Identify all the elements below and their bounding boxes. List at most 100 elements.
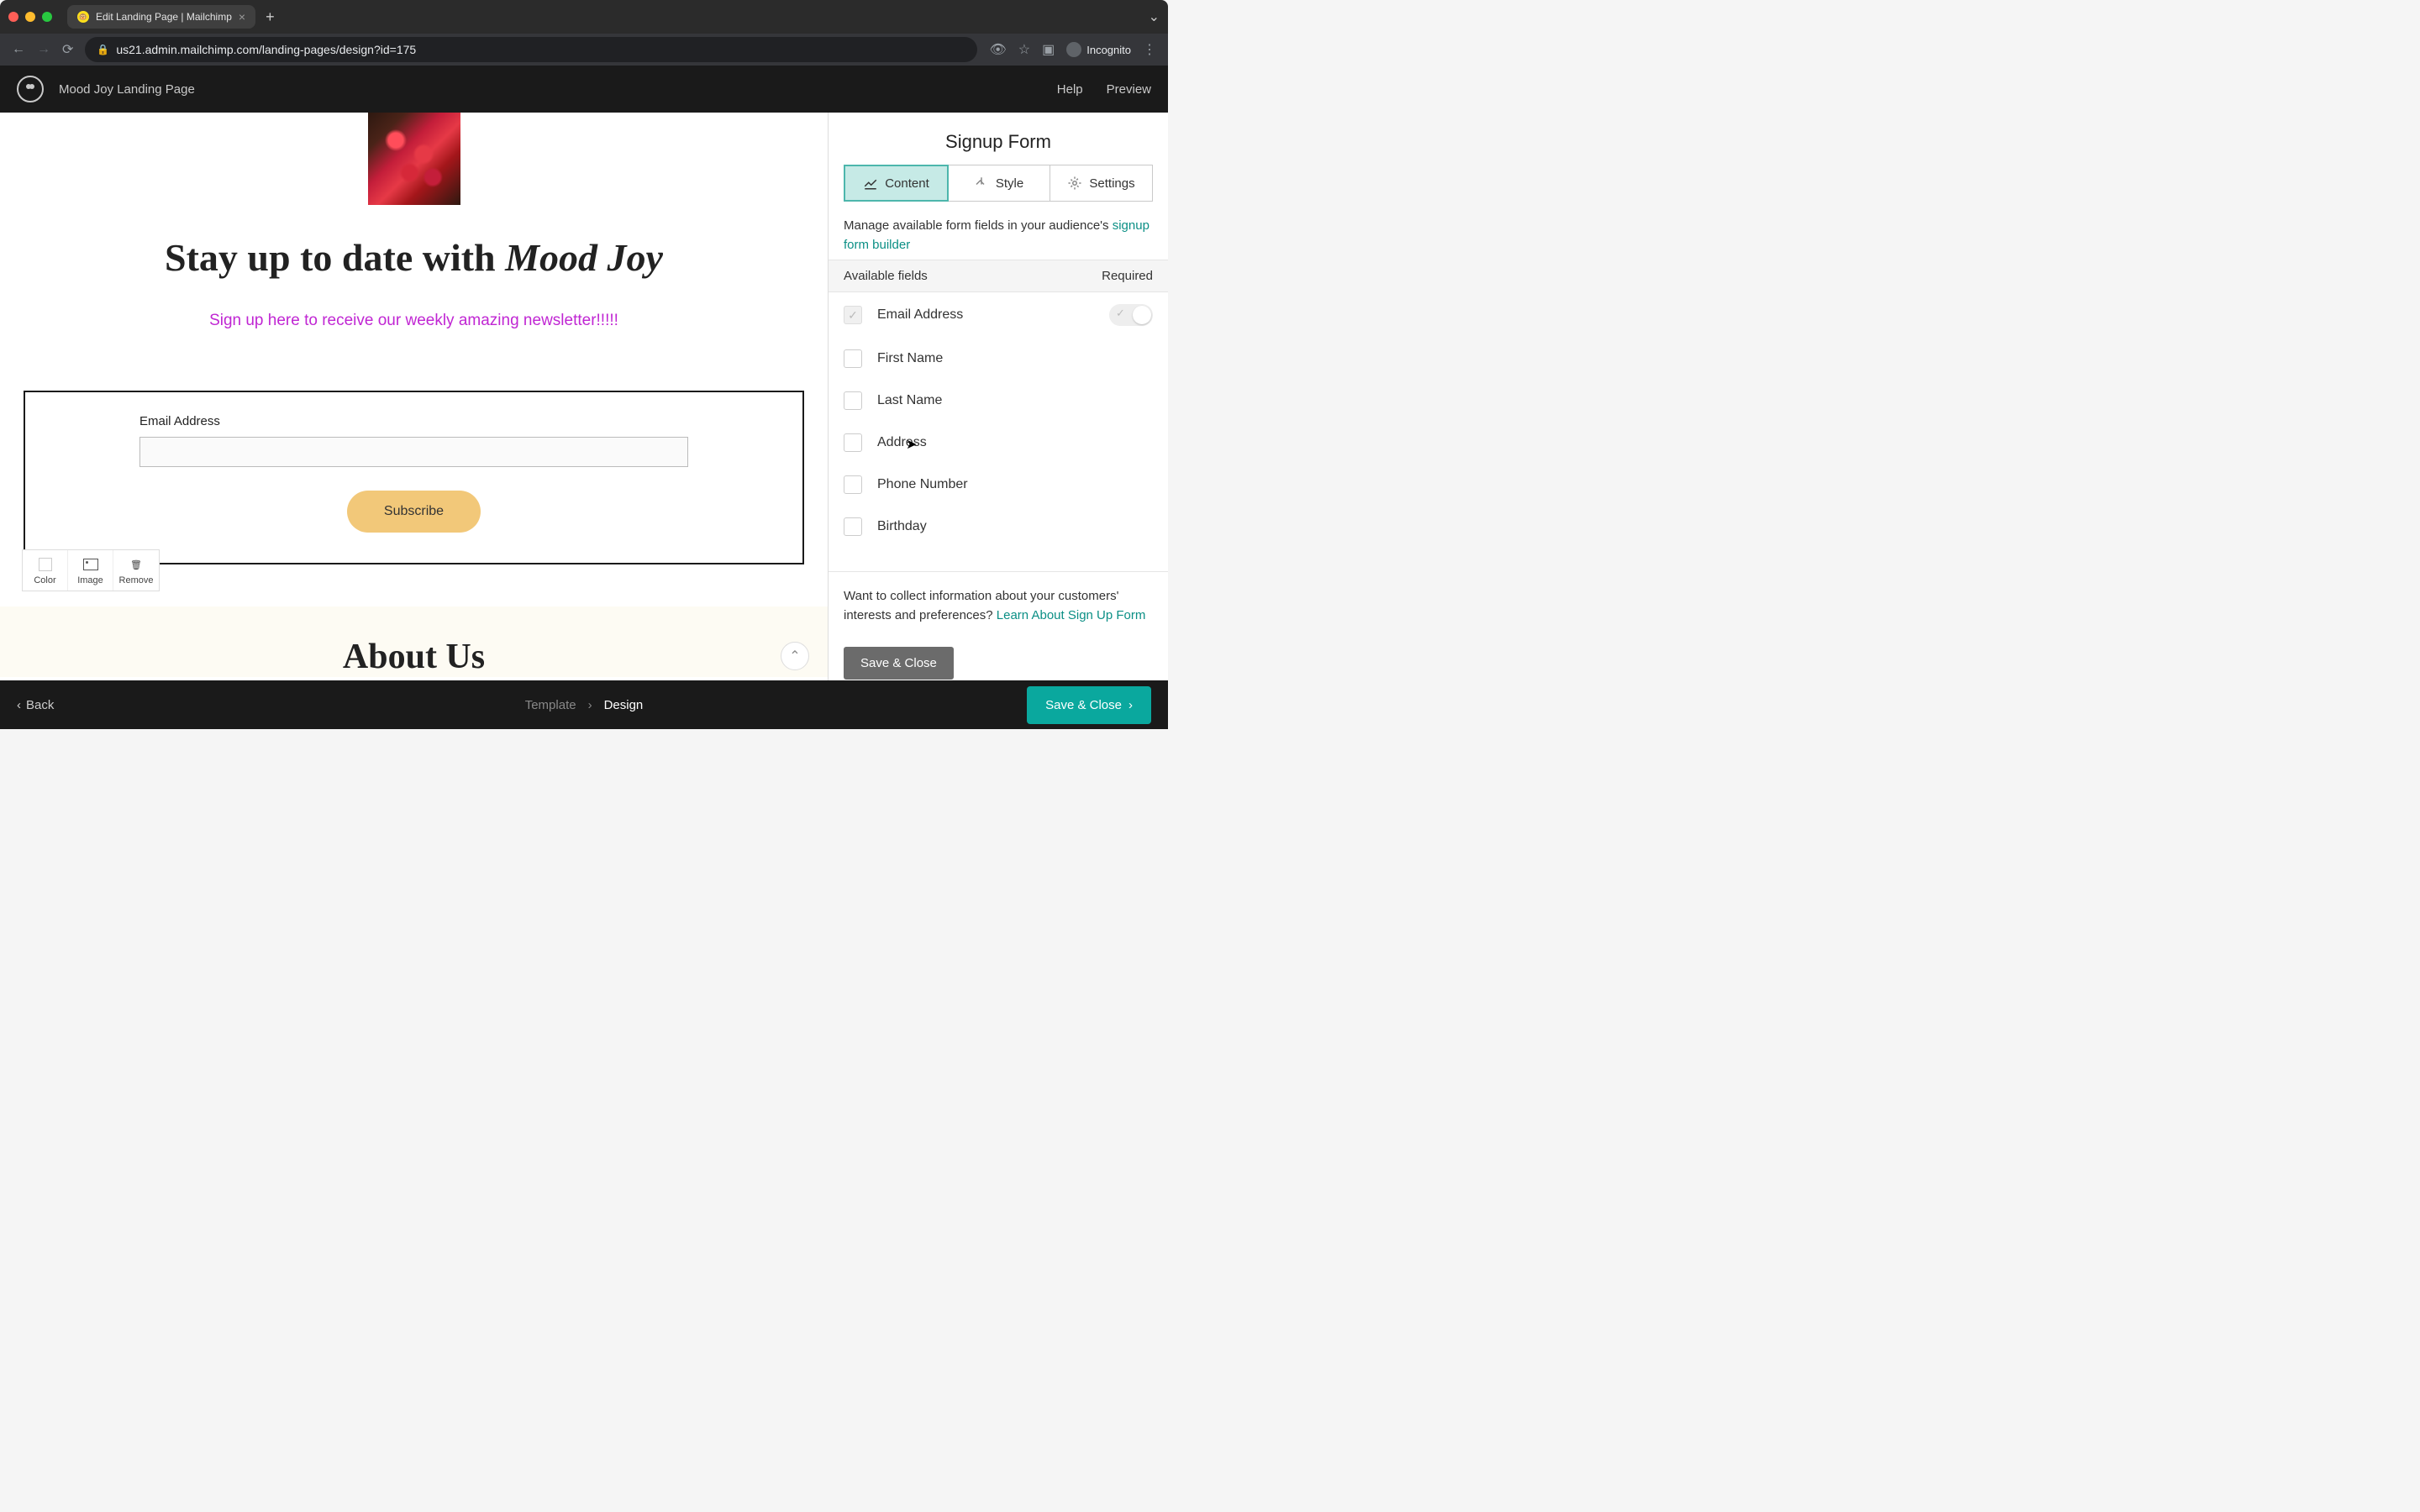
checkbox-last-name[interactable] [844, 391, 862, 410]
headline-brand: Mood Joy [505, 236, 663, 279]
required-toggle-email [1109, 304, 1153, 326]
field-label-email: Email Address [877, 307, 963, 323]
app-header: Mood Joy Landing Page Help Preview [0, 66, 1168, 113]
kebab-menu-icon[interactable]: ⋮ [1143, 41, 1156, 58]
back-label: Back [26, 698, 54, 712]
style-icon [974, 176, 989, 191]
incognito-icon [1066, 42, 1081, 57]
block-toolbar: Color Image 🗑 Remove [22, 549, 160, 591]
field-label-first-name: First Name [877, 351, 943, 366]
minimize-window-icon[interactable] [25, 12, 35, 22]
maximize-window-icon[interactable] [42, 12, 52, 22]
image-icon [68, 555, 113, 574]
back-button[interactable]: ‹ Back [17, 698, 54, 712]
chevron-right-icon: › [588, 698, 592, 712]
incognito-badge[interactable]: Incognito [1066, 42, 1131, 57]
field-row-last-name: Last Name [829, 380, 1168, 422]
chevron-right-icon: › [1128, 698, 1133, 712]
save-close-button[interactable]: Save & Close › [1027, 686, 1151, 724]
star-icon[interactable]: ☆ [1018, 41, 1030, 58]
checkbox-phone[interactable] [844, 475, 862, 494]
breadcrumb: Template › Design [525, 698, 644, 712]
browser-toolbar: ← → ⟳ 🔒 us21.admin.mailchimp.com/landing… [0, 34, 1168, 66]
close-window-icon[interactable] [8, 12, 18, 22]
tab-style-label: Style [996, 176, 1023, 191]
checkbox-email [844, 306, 862, 324]
footer-bar: ‹ Back Template › Design Save & Close › [0, 680, 1168, 729]
browser-tab-bar: 🐵 Edit Landing Page | Mailchimp × + ⌄ [0, 0, 1168, 34]
trash-icon: 🗑 [113, 555, 159, 574]
forward-icon: → [37, 42, 50, 57]
help-link[interactable]: Help [1057, 82, 1083, 97]
field-label-last-name: Last Name [877, 393, 942, 408]
save-close-label: Save & Close [1045, 698, 1122, 712]
canvas[interactable]: Stay up to date with Mood Joy Sign up he… [0, 113, 828, 680]
learn-signup-form-link[interactable]: Learn About Sign Up Form [997, 608, 1146, 622]
chevron-left-icon: ‹ [17, 698, 21, 712]
field-label-birthday: Birthday [877, 519, 927, 534]
headline[interactable]: Stay up to date with Mood Joy [0, 235, 828, 280]
tab-style[interactable]: Style [948, 165, 1050, 201]
lock-icon: 🔒 [97, 44, 109, 55]
field-row-email: Email Address [829, 292, 1168, 338]
panel-tabs: Content Style Settings [844, 165, 1153, 202]
field-row-birthday: Birthday [829, 506, 1168, 548]
mailchimp-favicon-icon: 🐵 [77, 11, 89, 23]
checkbox-first-name[interactable] [844, 349, 862, 368]
address-bar[interactable]: 🔒 us21.admin.mailchimp.com/landing-pages… [85, 37, 977, 62]
color-tool[interactable]: Color [23, 550, 68, 591]
subhead[interactable]: Sign up here to receive our weekly amazi… [0, 312, 828, 330]
headline-text: Stay up to date with [165, 236, 505, 279]
workspace: Stay up to date with Mood Joy Sign up he… [0, 113, 1168, 680]
settings-icon [1067, 176, 1082, 191]
email-input[interactable] [139, 437, 688, 467]
tab-content[interactable]: Content [844, 165, 949, 202]
about-section[interactable]: About Us [0, 606, 828, 677]
hero-image[interactable] [368, 113, 460, 205]
required-header: Required [1102, 269, 1153, 283]
signup-form-block[interactable]: Email Address Subscribe [24, 391, 804, 564]
field-label-phone: Phone Number [877, 477, 968, 492]
tab-settings[interactable]: Settings [1050, 165, 1152, 201]
properties-panel: Signup Form Content Style Settings Manag… [828, 113, 1168, 680]
field-row-address: Address [829, 422, 1168, 464]
back-icon[interactable]: ← [12, 42, 25, 57]
extensions-icon[interactable]: ▣ [1042, 41, 1055, 58]
email-label: Email Address [139, 414, 688, 428]
chevron-up-icon: ⌃ [789, 648, 800, 664]
checkbox-birthday[interactable] [844, 517, 862, 536]
available-fields-header: Available fields [844, 269, 1102, 283]
tab-settings-label: Settings [1089, 176, 1134, 191]
breadcrumb-design: Design [604, 698, 644, 712]
tab-content-label: Content [885, 176, 929, 191]
remove-tool[interactable]: 🗑 Remove [113, 550, 159, 591]
field-label-address: Address [877, 435, 927, 450]
color-label: Color [34, 575, 55, 585]
checkbox-address[interactable] [844, 433, 862, 452]
subscribe-button[interactable]: Subscribe [347, 491, 481, 533]
mailchimp-logo-icon[interactable] [17, 76, 44, 102]
eye-off-icon[interactable]: 👁 [989, 41, 1006, 58]
browser-tab[interactable]: 🐵 Edit Landing Page | Mailchimp × [67, 5, 255, 29]
close-tab-icon[interactable]: × [239, 10, 245, 24]
collect-info-text: Want to collect information about your c… [829, 572, 1168, 640]
field-row-first-name: First Name [829, 338, 1168, 380]
preview-link[interactable]: Preview [1107, 82, 1151, 97]
manage-fields-text: Manage available form fields in your aud… [829, 202, 1168, 260]
breadcrumb-template[interactable]: Template [525, 698, 576, 712]
scroll-top-button[interactable]: ⌃ [781, 642, 809, 670]
panel-save-close-button[interactable]: Save & Close [844, 647, 954, 680]
new-tab-button[interactable]: + [266, 8, 275, 26]
image-tool[interactable]: Image [68, 550, 113, 591]
reload-icon[interactable]: ⟳ [62, 41, 73, 58]
field-row-phone: Phone Number [829, 464, 1168, 506]
remove-label: Remove [119, 575, 154, 585]
image-label: Image [77, 575, 103, 585]
fields-table-header: Available fields Required [829, 260, 1168, 292]
tabs-dropdown-icon[interactable]: ⌄ [1149, 8, 1160, 25]
content-icon [863, 176, 878, 191]
color-swatch-icon [23, 555, 67, 574]
panel-title: Signup Form [829, 113, 1168, 165]
tab-title: Edit Landing Page | Mailchimp [96, 11, 232, 23]
window-controls [8, 12, 52, 22]
